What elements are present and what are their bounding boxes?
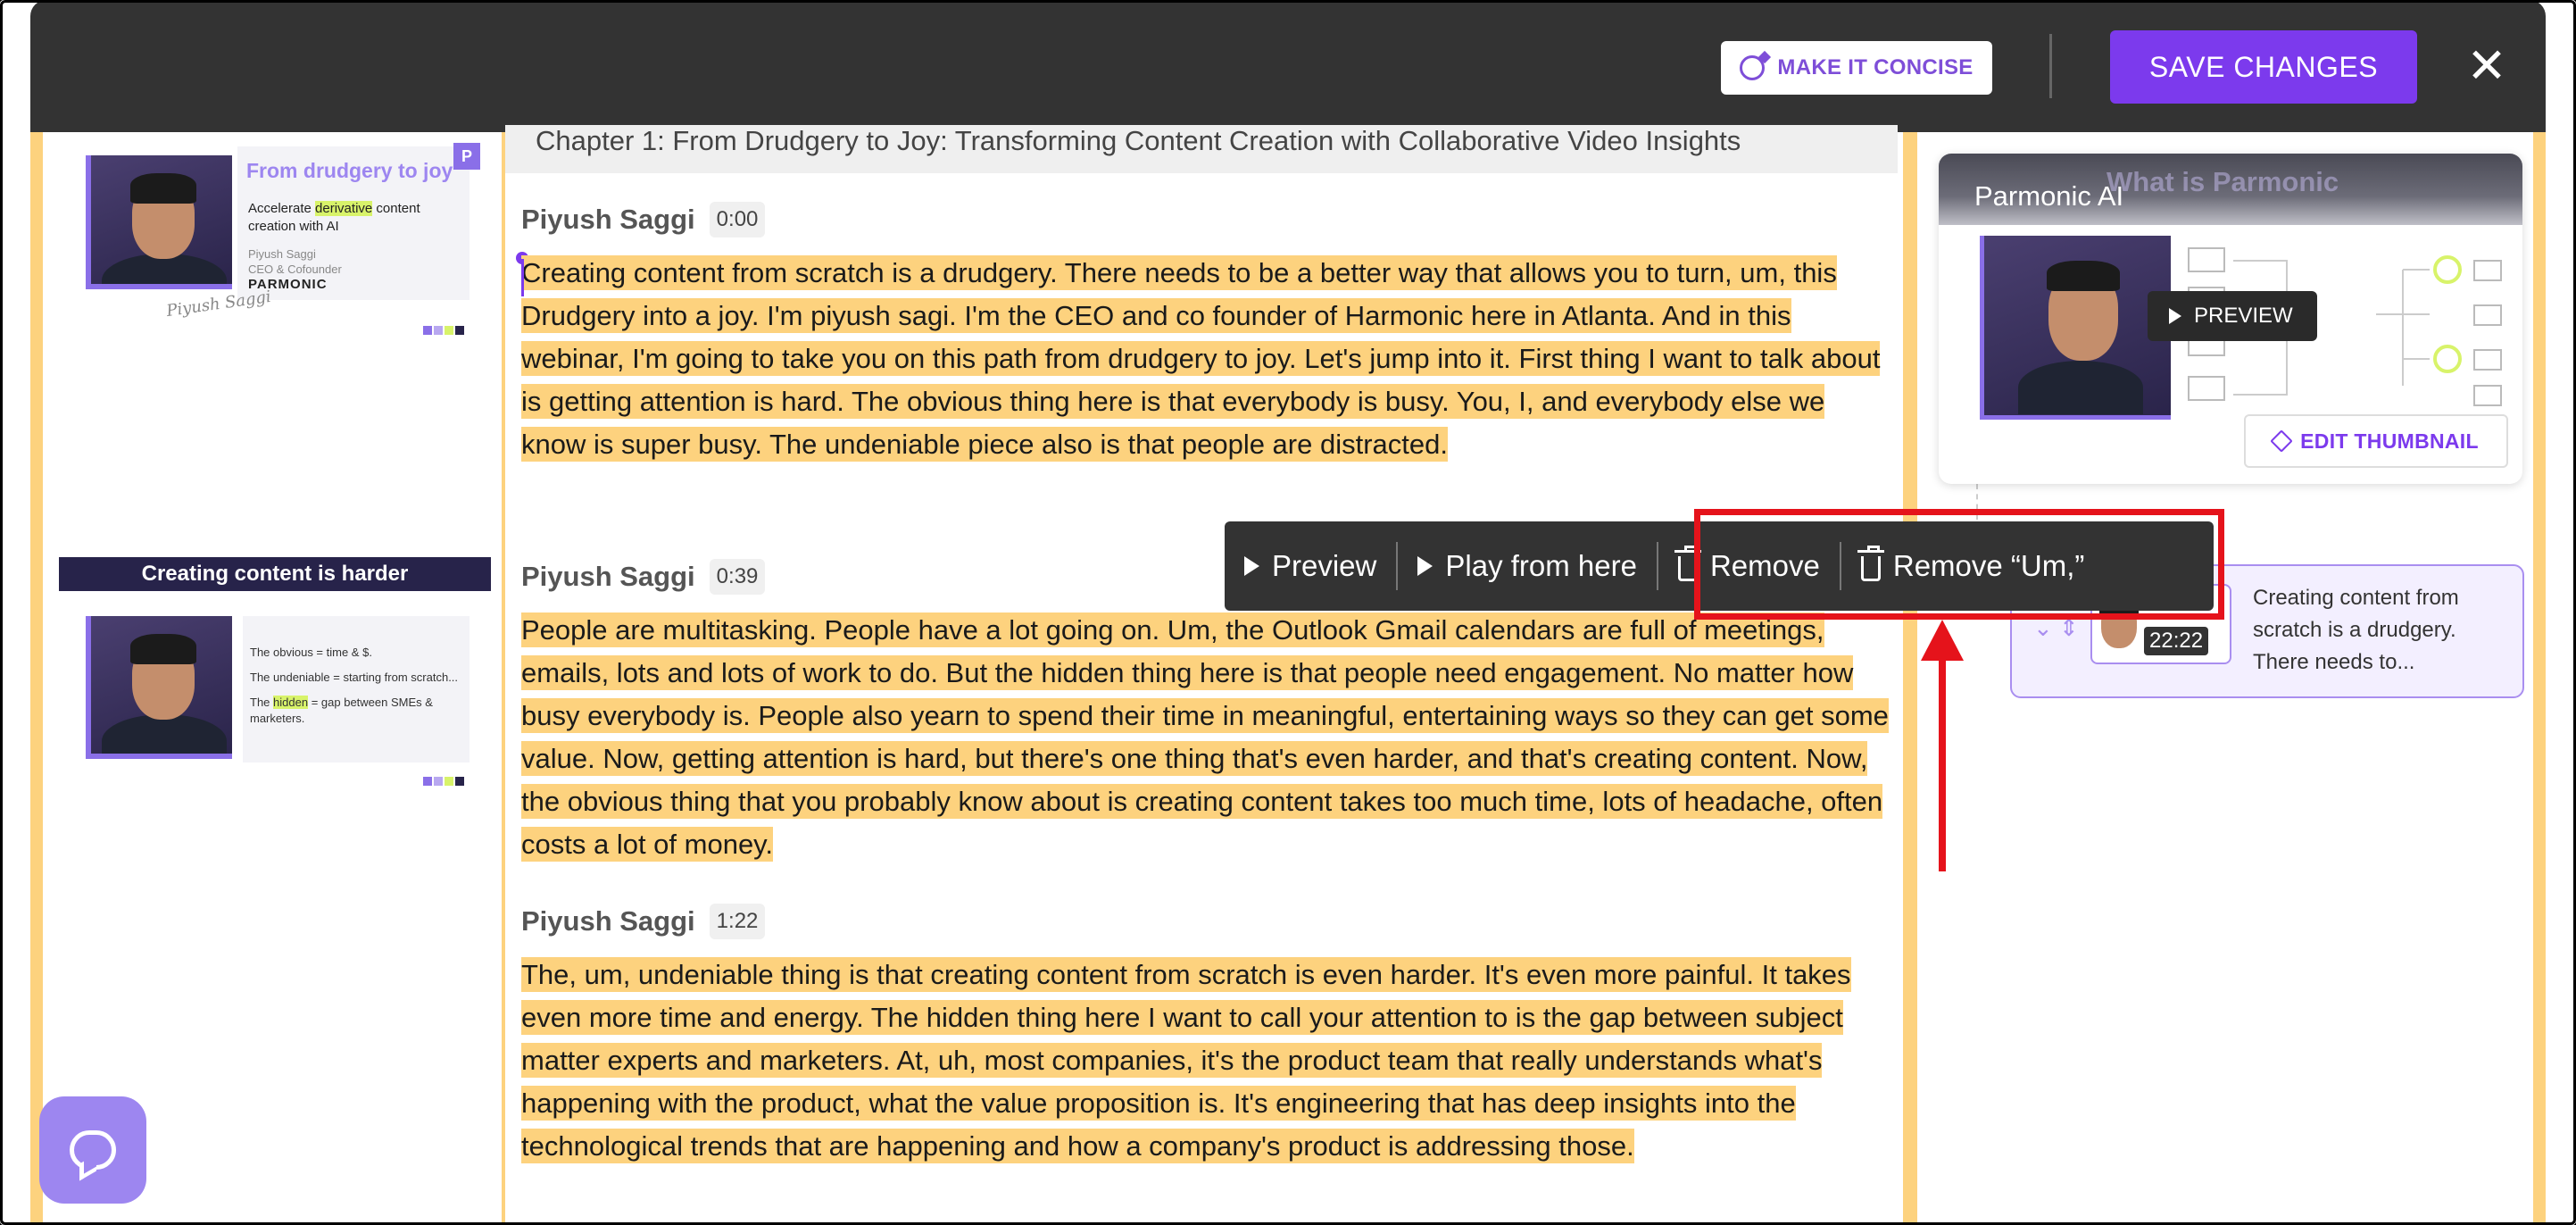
video-preview-label: PREVIEW: [2194, 304, 2293, 328]
toolbar-divider: [2049, 34, 2052, 98]
timestamp[interactable]: 0:39: [709, 559, 766, 595]
close-icon[interactable]: ✕: [2465, 42, 2508, 90]
preview-label: Preview: [1272, 549, 1377, 582]
transcript-paragraph[interactable]: Creating content from scratch is a drudg…: [521, 252, 1896, 466]
speaker-name: Piyush Saggi: [521, 561, 695, 592]
chat-icon: [70, 1130, 116, 1170]
slide-badge: P: [453, 143, 480, 170]
text-cursor: [521, 259, 524, 296]
timestamp[interactable]: 0:00: [709, 202, 766, 238]
play-icon: [1417, 556, 1433, 576]
slide-2-content: The obvious = time & $. The undeniable =…: [243, 616, 469, 762]
timestamp[interactable]: 1:22: [709, 904, 766, 939]
pencil-icon: [2270, 429, 2293, 453]
slide-thumbnail-2[interactable]: The obvious = time & $. The undeniable =…: [86, 616, 469, 762]
sparkle-icon: [1740, 55, 1766, 80]
slide-2-header: Creating content is harder: [59, 557, 491, 591]
annotation-highlight-box: [1694, 509, 2224, 620]
speaker-name: Piyush Saggi: [521, 204, 695, 235]
slide-thumbnail-1[interactable]: From drudgery to joy Accelerate derivati…: [86, 143, 480, 304]
speaker-row: Piyush Saggi 0:39: [521, 559, 766, 595]
clip-duration: 22:22: [2144, 627, 2209, 655]
edit-thumbnail-label: EDIT THUMBNAIL: [2300, 429, 2479, 453]
transcript-paragraph[interactable]: The, um, undeniable thing is that creati…: [521, 954, 1896, 1168]
play-from-here-button[interactable]: Play from here: [1398, 521, 1657, 611]
slide-title: From drudgery to joy: [246, 159, 453, 182]
video-title: Parmonic AI: [1974, 180, 2124, 212]
play-icon: [2169, 308, 2181, 324]
make-it-concise-label: MAKE IT CONCISE: [1777, 55, 1974, 79]
video-preview-button[interactable]: PREVIEW: [2148, 291, 2317, 341]
edit-thumbnail-button[interactable]: EDIT THUMBNAIL: [2244, 414, 2508, 468]
video-thumbnail-photo: [1980, 236, 2171, 420]
slide-subtitle: Accelerate derivative content creation w…: [248, 201, 420, 234]
video-ghost-title: What is Parmonic: [2107, 166, 2339, 197]
transcript-paragraph[interactable]: People are multitasking. People have a l…: [521, 609, 1896, 866]
speaker-row: Piyush Saggi 0:00: [521, 202, 766, 238]
slide-name: Piyush Saggi CEO & Cofounder: [248, 247, 342, 276]
annotation-arrow-line: [1939, 643, 1946, 871]
play-icon: [1244, 556, 1259, 576]
help-chat-button[interactable]: [39, 1096, 146, 1204]
preview-button[interactable]: Preview: [1225, 521, 1396, 611]
slide-dots: [423, 326, 464, 335]
speaker-name: Piyush Saggi: [521, 905, 695, 937]
play-from-here-label: Play from here: [1445, 549, 1637, 582]
slide-dots: [423, 777, 464, 786]
speaker-row: Piyush Saggi 1:22: [521, 904, 766, 939]
clip-text: Creating content from scratch is a drudg…: [2253, 586, 2459, 674]
app-frame: MAKE IT CONCISE SAVE CHANGES ✕ From drud…: [0, 0, 2576, 1225]
chapter-title: Chapter 1: From Drudgery to Joy: Transfo…: [505, 125, 1898, 173]
save-changes-button[interactable]: SAVE CHANGES: [2110, 30, 2417, 104]
video-card[interactable]: What is Parmonic Parmonic AI PREVIEW EDI…: [1939, 154, 2522, 484]
make-it-concise-button[interactable]: MAKE IT CONCISE: [1721, 41, 1992, 95]
speaker-photo: [86, 155, 232, 289]
speaker-photo: [86, 616, 232, 759]
